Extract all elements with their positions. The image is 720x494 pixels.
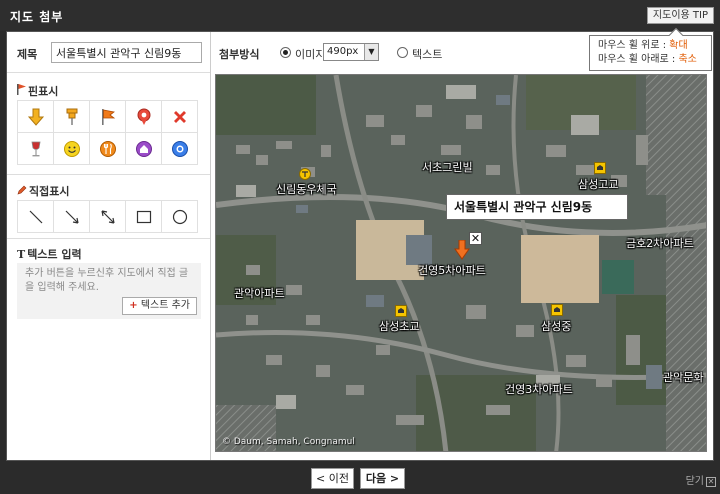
pin-section-title: 핀표시 (17, 83, 58, 99)
flag-icon[interactable] (90, 101, 126, 133)
divider (7, 238, 210, 239)
pin-section-label: 핀표시 (28, 85, 59, 98)
next-button[interactable]: 다음 > (360, 468, 405, 489)
map-tip-tooltip: 마우스 휠 위로 : 확대 마우스 휠 아래로 : 축소 (589, 27, 712, 71)
tooltip-line-1: 마우스 휠 위로 : 확대 (598, 39, 703, 53)
draw-section-title: 직접표시 (17, 183, 69, 199)
map-label: 금호2차아파트 (626, 237, 694, 250)
prev-button[interactable]: < 이전 (311, 468, 354, 489)
main-panel: 제목 핀표시 직접표시 (6, 31, 714, 461)
map-label: 건영5차아파트 (418, 264, 486, 277)
circle-icon[interactable] (162, 201, 198, 233)
pushpin-icon[interactable] (54, 101, 90, 133)
restaurant-icon[interactable] (90, 133, 126, 165)
map-view[interactable]: 서울특별시 관악구 신림9동 ✕ 신림동우체국 서초그린빌 삼성고교 금호2차아… (215, 74, 707, 452)
pencil-icon (17, 185, 27, 198)
school-icon (395, 305, 407, 317)
window-titlebar: 지도 첨부 지도이용 TIP (0, 0, 720, 31)
tooltip-line-2: 마우스 휠 아래로 : 축소 (598, 53, 703, 67)
map-callout: 서울특별시 관악구 신림9동 (446, 194, 628, 220)
chevron-down-icon: ▼ (364, 44, 378, 60)
text-radio-label: 텍스트 (412, 48, 443, 61)
image-radio-label: 이미지 (295, 48, 326, 61)
map-label: 신림동우체국 (276, 183, 337, 196)
map-label: 삼성고교 (578, 178, 619, 191)
map-tip-button[interactable]: 지도이용 TIP (646, 7, 714, 24)
close-label: 닫기 (685, 476, 704, 487)
map-copyright: © Daum, Samah, Congnamul (222, 437, 355, 447)
map-label: 삼성중 (541, 320, 572, 333)
draw-tool-grid (17, 200, 198, 233)
attach-label: 첨부방식 (219, 48, 260, 61)
size-select-value: 490px (327, 46, 359, 57)
tooltip-text: 마우스 휠 아래로 : (598, 54, 679, 65)
title-label: 제목 (17, 48, 38, 61)
arrow-down-icon[interactable] (18, 101, 54, 133)
rectangle-icon[interactable] (126, 201, 162, 233)
smiley-icon[interactable] (54, 133, 90, 165)
sidebar: 제목 핀표시 직접표시 (7, 32, 211, 460)
line-icon[interactable] (18, 201, 54, 233)
close-icon: ✕ (706, 477, 716, 487)
map-label: 건영3차아파트 (505, 383, 573, 396)
add-text-label: 텍스트 추가 (140, 300, 190, 311)
image-radio[interactable] (280, 47, 291, 58)
plus-icon: + (129, 300, 138, 311)
wine-glass-icon[interactable] (18, 133, 54, 165)
text-help-box: 추가 버튼을 누르신후 지도에서 직접 글을 입력해 주세요. + 텍스트 추가 (17, 263, 201, 319)
post-office-icon (299, 168, 311, 180)
location-marker-icon[interactable] (454, 240, 470, 260)
text-help: 추가 버튼을 누르신후 지도에서 직접 글을 입력해 주세요. (25, 268, 189, 293)
divider (7, 174, 210, 175)
tooltip-text: 마우스 휠 위로 : (598, 40, 670, 51)
map-label: 관악문화 (663, 371, 704, 384)
attach-options: 첨부방식 이미지 490px ▼ 텍스트 (219, 42, 599, 64)
bottom-bar: < 이전 다음 > 닫기 ✕ (0, 461, 720, 494)
home-icon[interactable] (126, 133, 162, 165)
title-input[interactable] (51, 42, 202, 63)
tooltip-zoom-in: 확대 (669, 40, 688, 51)
callout-close-icon[interactable]: ✕ (469, 232, 482, 245)
map-label: 삼성초교 (379, 320, 420, 333)
add-text-button[interactable]: + 텍스트 추가 (122, 297, 197, 315)
location-pin-icon[interactable] (126, 101, 162, 133)
tooltip-zoom-out: 축소 (678, 54, 697, 65)
size-select[interactable]: 490px ▼ (323, 43, 379, 61)
pin-flag-icon (17, 84, 26, 98)
map-label: 서초그린빌 (422, 161, 473, 174)
map-label: 관악아파트 (234, 287, 285, 300)
school-icon (551, 304, 563, 316)
pin-icon-grid (17, 100, 198, 165)
text-t-icon: T (17, 248, 26, 261)
text-section-label: 텍스트 입력 (27, 248, 82, 261)
window-title: 지도 첨부 (10, 10, 64, 24)
double-arrow-icon[interactable] (90, 201, 126, 233)
arrow-line-icon[interactable] (54, 201, 90, 233)
draw-section-label: 직접표시 (29, 185, 70, 198)
text-section-title: T 텍스트 입력 (17, 246, 82, 262)
globe-icon[interactable] (162, 133, 198, 165)
close-button[interactable]: 닫기 ✕ (686, 472, 716, 487)
text-radio[interactable] (397, 47, 408, 58)
divider (7, 72, 210, 73)
school-icon (594, 162, 606, 174)
x-mark-icon[interactable] (162, 101, 198, 133)
